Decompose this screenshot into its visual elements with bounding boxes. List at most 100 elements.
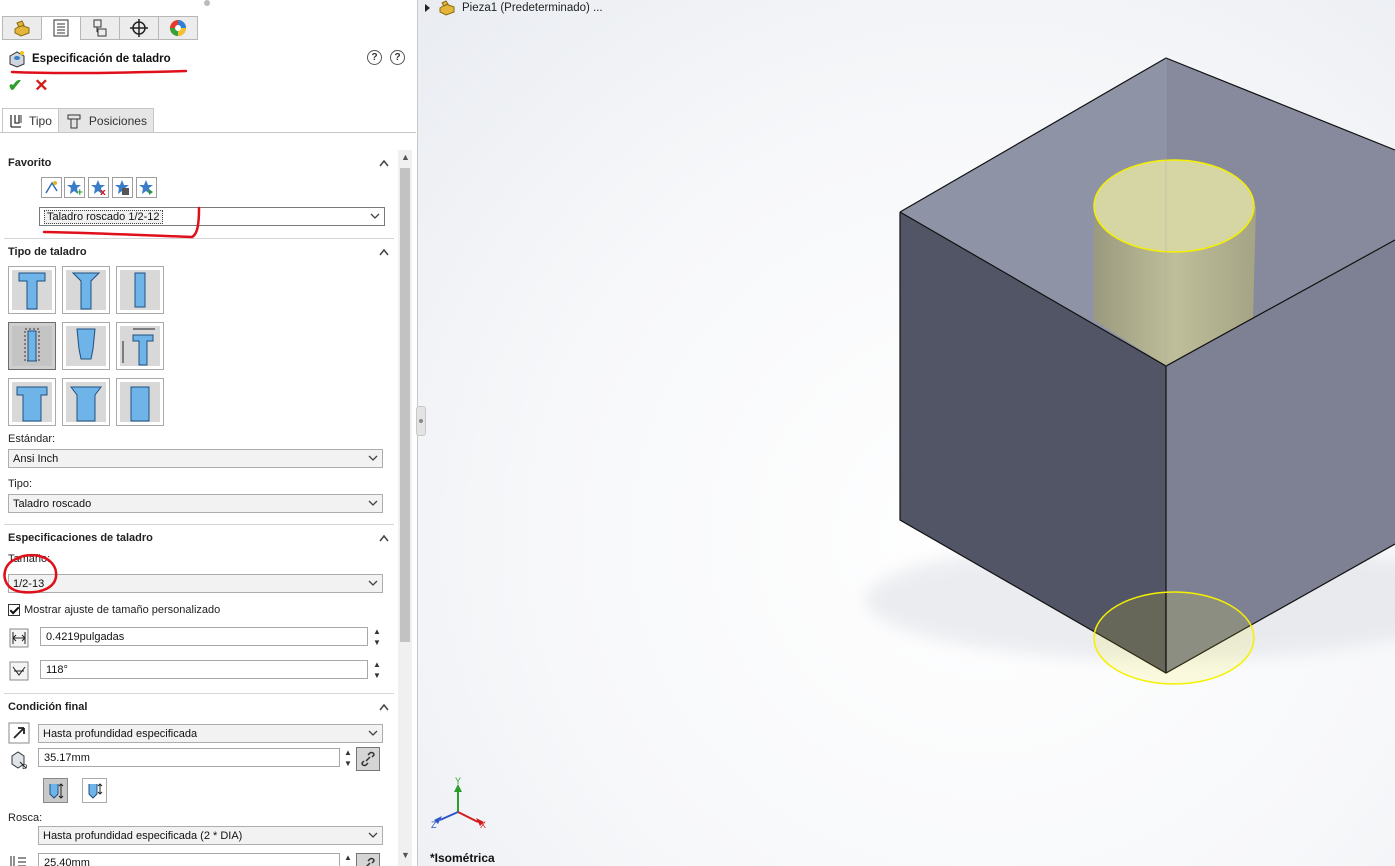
- hole-top-edge[interactable]: [1093, 159, 1255, 253]
- link-icon: [361, 751, 375, 767]
- ok-check-icon[interactable]: ✔: [8, 76, 22, 96]
- svg-text:+: +: [76, 188, 83, 196]
- countersink-slot-icon: [66, 382, 106, 422]
- countersink-button[interactable]: [62, 266, 110, 314]
- diameter-spinner[interactable]: ▲ ▼: [372, 627, 382, 647]
- subtab-divider: [0, 132, 416, 133]
- whats-wrong-icon[interactable]: ?: [367, 50, 382, 65]
- tipo-taladro-heading[interactable]: Tipo de taladro: [8, 246, 87, 258]
- axis-z-label: Z: [431, 820, 437, 830]
- panel-grip[interactable]: [204, 0, 210, 6]
- view-orientation-label: *Isométrica: [430, 851, 495, 865]
- scroll-down-icon[interactable]: ▼: [401, 850, 410, 860]
- thread-depth-icon: [8, 852, 30, 866]
- pipe-tap-button[interactable]: [62, 322, 110, 370]
- slot-icon: [120, 382, 160, 422]
- chevron-up-icon[interactable]: [378, 157, 390, 169]
- hole-position-tab-icon: [67, 114, 81, 128]
- rosca-label: Rosca:: [8, 812, 43, 824]
- load-favorite-button[interactable]: [136, 177, 157, 198]
- depth-spinner[interactable]: ▲ ▼: [343, 748, 353, 768]
- legacy-hole-icon: [120, 326, 160, 366]
- custom-size-label: Mostrar ajuste de tamaño personalizado: [24, 604, 221, 616]
- especificaciones-heading[interactable]: Especificaciones de taladro: [8, 532, 153, 544]
- property-manager-tab[interactable]: [41, 16, 81, 40]
- thread-condition-value: Hasta profundidad especificada (2 * DIA): [43, 829, 243, 842]
- thread-depth-input[interactable]: 25.40mm: [38, 853, 340, 866]
- drill-angle-spinner[interactable]: ▲ ▼: [372, 660, 382, 680]
- simple-hole-icon: [120, 270, 160, 310]
- favorito-heading[interactable]: Favorito: [8, 157, 51, 169]
- diameter-icon: [8, 627, 30, 649]
- favorite-select[interactable]: Taladro roscado 1/2-12: [39, 207, 385, 226]
- scroll-up-icon[interactable]: ▲: [401, 152, 410, 162]
- pipe-tap-icon: [66, 326, 106, 366]
- display-manager-icon: [170, 20, 186, 36]
- legacy-hole-button[interactable]: [116, 322, 164, 370]
- tab-posiciones[interactable]: Posiciones: [57, 108, 154, 133]
- page-title: Especificación de taladro: [32, 53, 171, 65]
- subtab-strip: Tipo Posiciones: [2, 108, 154, 133]
- graphics-area[interactable]: Pieza1 (Predeterminado) ... Y X Z *Isomé…: [418, 0, 1395, 866]
- feature-title-row: Especificación de taladro: [8, 48, 171, 70]
- blind-depth-icon: D: [8, 748, 30, 770]
- add-favorite-icon: +: [67, 180, 83, 196]
- link-value-button[interactable]: [356, 747, 380, 771]
- panel-splitter[interactable]: [416, 406, 426, 436]
- thread-link-value-button[interactable]: [356, 853, 380, 866]
- chevron-up-icon[interactable]: [378, 701, 390, 713]
- simple-hole-button[interactable]: [116, 266, 164, 314]
- chevron-down-icon: [370, 213, 380, 219]
- delete-favorite-button[interactable]: x: [88, 177, 109, 198]
- tip-depth-button[interactable]: [43, 778, 68, 803]
- condicion-heading[interactable]: Condición final: [8, 701, 87, 713]
- save-favorite-button[interactable]: [112, 177, 133, 198]
- estandar-select[interactable]: Ansi Inch: [8, 449, 383, 468]
- favorite-value: Taladro roscado 1/2-12: [44, 209, 163, 224]
- shoulder-depth-icon: [88, 782, 102, 799]
- chevron-up-icon[interactable]: [378, 246, 390, 258]
- tapped-hole-button[interactable]: [8, 322, 56, 370]
- section-divider: [4, 238, 394, 239]
- countersink-icon: [66, 270, 106, 310]
- custom-size-checkbox[interactable]: [8, 604, 20, 616]
- dimxpert-manager-tab[interactable]: [119, 16, 159, 40]
- hole-wizard-icon: [9, 51, 25, 68]
- counterbore-button[interactable]: [8, 266, 56, 314]
- tipo-select[interactable]: Taladro roscado: [8, 494, 383, 513]
- apply-defaults-button[interactable]: [41, 177, 62, 198]
- hole-bottom-edge[interactable]: [1093, 591, 1255, 685]
- manager-tabstrip: [2, 16, 198, 40]
- configuration-manager-tab[interactable]: [80, 16, 120, 40]
- counterbore-slot-button[interactable]: [8, 378, 56, 426]
- panel-scrollbar[interactable]: ▲ ▼: [398, 150, 412, 866]
- tab-posiciones-label: Posiciones: [88, 113, 147, 128]
- chevron-up-icon[interactable]: [378, 532, 390, 544]
- section-divider: [4, 693, 394, 694]
- link-icon: [365, 857, 375, 866]
- drill-angle-input[interactable]: 118°: [40, 660, 368, 679]
- thread-condition-select[interactable]: Hasta profundidad especificada (2 * DIA): [38, 826, 383, 845]
- dimxpert-manager-icon: [130, 19, 148, 37]
- feature-manager-tab[interactable]: [2, 16, 42, 40]
- slot-button[interactable]: [116, 378, 164, 426]
- axis-y-label: Y: [455, 776, 462, 786]
- tab-tipo[interactable]: Tipo: [2, 108, 59, 133]
- thread-depth-spinner[interactable]: ▲▼: [343, 853, 353, 866]
- reverse-direction-icon[interactable]: [8, 722, 30, 744]
- section-divider: [4, 524, 394, 525]
- end-condition-select[interactable]: Hasta profundidad especificada: [38, 724, 383, 743]
- shoulder-depth-button[interactable]: [82, 778, 107, 803]
- help-icon[interactable]: ?: [390, 50, 405, 65]
- diameter-input[interactable]: 0.4219pulgadas: [40, 627, 368, 646]
- countersink-slot-button[interactable]: [62, 378, 110, 426]
- tamano-select[interactable]: 1/2-13: [8, 574, 383, 593]
- depth-input[interactable]: 35.17mm: [38, 748, 340, 767]
- cancel-x-icon[interactable]: ✕: [34, 76, 48, 96]
- counterbore-slot-icon: [12, 382, 52, 422]
- add-favorite-button[interactable]: +: [64, 177, 85, 198]
- display-manager-tab[interactable]: [158, 16, 198, 40]
- scrollbar-thumb[interactable]: [400, 168, 410, 642]
- svg-text:x: x: [100, 188, 106, 196]
- svg-text:D: D: [22, 763, 27, 770]
